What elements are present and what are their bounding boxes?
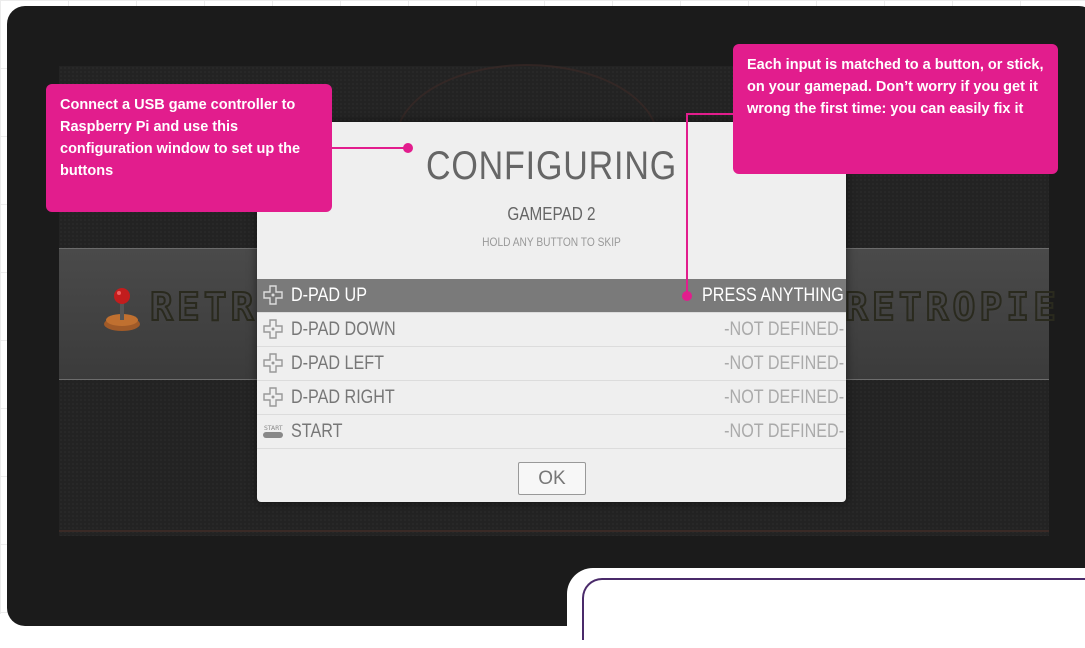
- corner-panel-border: [582, 578, 1085, 640]
- dialog-subtitle: GAMEPAD 2: [507, 204, 596, 224]
- input-value: -NOT DEFINED-: [724, 353, 844, 374]
- callout-left-dot: [403, 143, 413, 153]
- input-name: D-PAD DOWN: [291, 319, 396, 340]
- retropie-logo-right: RETROPIE: [844, 284, 1061, 330]
- dpad-icon: [263, 353, 283, 373]
- input-row-dpad-left[interactable]: D-PAD LEFT -NOT DEFINED-: [257, 347, 846, 381]
- input-row-dpad-up[interactable]: D-PAD UP PRESS ANYTHING: [257, 279, 846, 313]
- input-name: START: [291, 421, 343, 442]
- callout-right-leader: [686, 113, 734, 115]
- input-row-dpad-down[interactable]: D-PAD DOWN -NOT DEFINED-: [257, 313, 846, 347]
- start-button-icon: START: [263, 425, 283, 438]
- input-value: -NOT DEFINED-: [724, 421, 844, 442]
- svg-text:START: START: [264, 425, 283, 432]
- callout-right-leader-vertical: [686, 113, 688, 296]
- input-name: D-PAD UP: [291, 285, 367, 306]
- input-value: -NOT DEFINED-: [724, 319, 844, 340]
- input-row-start[interactable]: START START -NOT DEFINED-: [257, 415, 846, 449]
- dialog-hint: HOLD ANY BUTTON TO SKIP: [482, 235, 621, 249]
- input-name: D-PAD RIGHT: [291, 387, 395, 408]
- screen-divider: [59, 530, 1049, 532]
- input-list: D-PAD UP PRESS ANYTHING D-PAD DOWN -NOT …: [257, 279, 846, 449]
- dpad-icon: [263, 285, 283, 305]
- input-row-dpad-right[interactable]: D-PAD RIGHT -NOT DEFINED-: [257, 381, 846, 415]
- dialog-title: CONFIGURING: [425, 144, 678, 188]
- ok-button[interactable]: OK: [518, 462, 586, 495]
- configuring-dialog: CONFIGURING GAMEPAD 2 HOLD ANY BUTTON TO…: [257, 122, 846, 502]
- dpad-icon: [263, 387, 283, 407]
- callout-right-dot: [682, 291, 692, 301]
- dpad-icon: [263, 319, 283, 339]
- input-value: -NOT DEFINED-: [724, 387, 844, 408]
- joystick-logo-icon: [104, 288, 140, 331]
- input-value: PRESS ANYTHING: [702, 285, 844, 306]
- callout-input-matching: Each input is matched to a button, or st…: [733, 44, 1058, 174]
- callout-left-leader: [332, 147, 408, 149]
- callout-connect-controller: Connect a USB game controller to Raspber…: [46, 84, 332, 212]
- input-name: D-PAD LEFT: [291, 353, 385, 374]
